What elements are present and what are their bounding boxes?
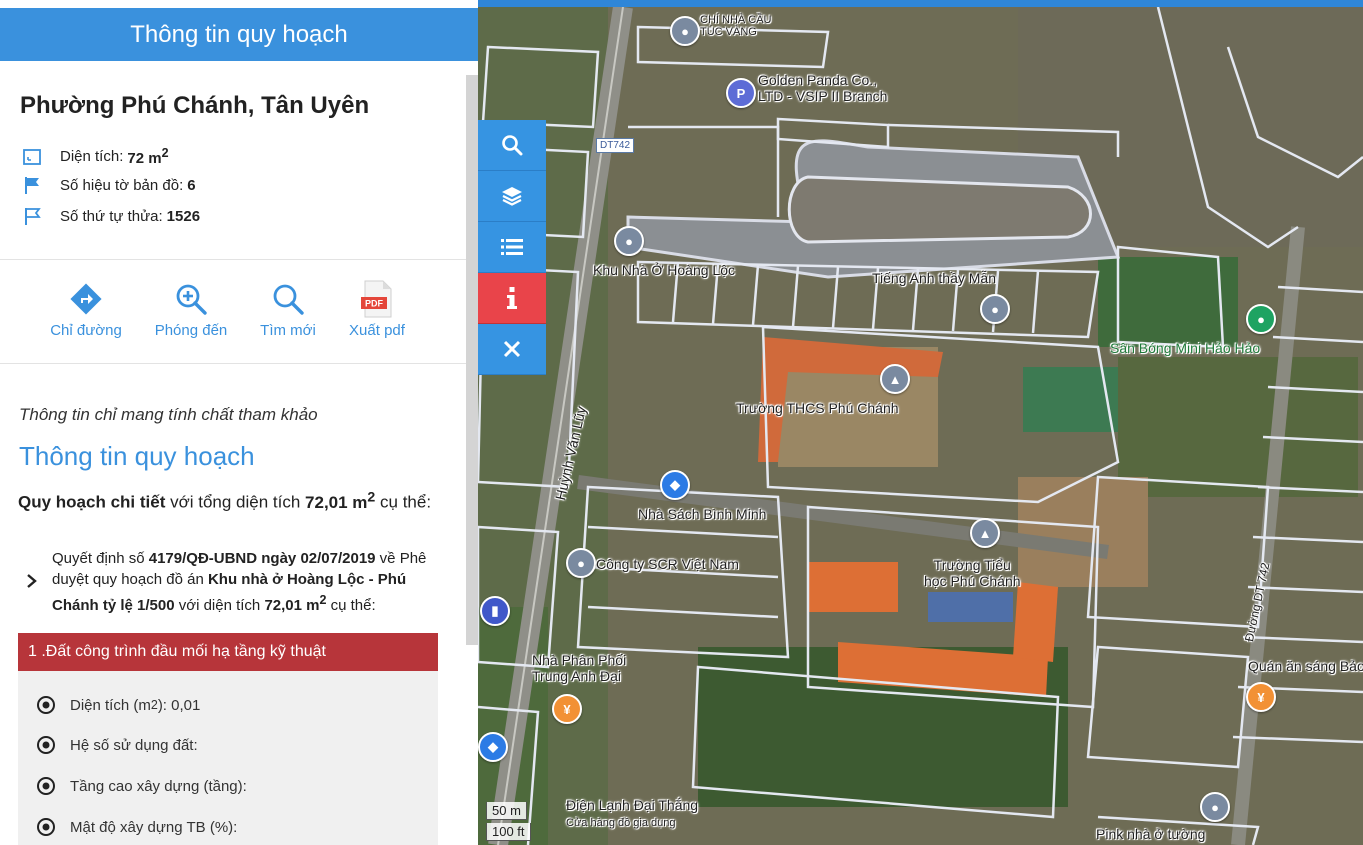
map-label-nha-phan-phoi: Nhà Phân Phối Trung Anh Đại [532, 652, 627, 684]
planning-decision[interactable]: Quyết định số 4179/QĐ-UBND ngày 02/07/20… [52, 548, 444, 616]
info-icon [507, 287, 517, 309]
layers-icon [502, 187, 522, 206]
scale-imperial: 100 ft [486, 823, 531, 841]
directions-button[interactable]: Chỉ đường [36, 280, 136, 339]
chevron-right-icon[interactable] [26, 573, 38, 589]
land-use-row-floors: Tầng cao xây dựng (tầng): [36, 776, 247, 796]
planning-info-panel: Thông tin quy hoạch Phường Phú Chánh, Tâ… [0, 0, 478, 845]
map-label-nha-sach: Nhà Sách Bình Minh [638, 506, 767, 522]
map-top-bar [478, 0, 1363, 7]
planning-summary: Quy hoạch chi tiết với tổng diện tích 72… [18, 489, 432, 512]
map-label-tieu-hoc: Trường Tiểu học Phú Chánh [924, 557, 1021, 589]
radio-dot-icon [37, 696, 55, 714]
shopping-bag-icon[interactable]: ◆ [660, 470, 690, 500]
place-marker-icon[interactable]: ● [566, 548, 596, 578]
close-icon [503, 340, 521, 358]
sports-field-icon[interactable]: ● [1246, 304, 1276, 334]
road-badge-dt742: DT742 [596, 138, 635, 153]
map-label-khu-nha-o: Khu Nhà Ở Hoàng Lộc [593, 262, 735, 278]
area-icon [20, 148, 44, 166]
school-icon[interactable]: ▲ [970, 518, 1000, 548]
map-label-tuc-vang: CHÍ NHÀ CẦU TÚC VÀNG [700, 14, 772, 38]
radio-dot-icon [37, 736, 55, 754]
pdf-icon: PDF [361, 280, 392, 318]
place-name: Phường Phú Chánh, Tân Uyên [20, 92, 370, 119]
attr-parcel-number: Số thứ tự thửa: 1526 [20, 207, 200, 225]
map-label-dien-lanh: Điện Lạnh Đại Thắng Cửa hàng đồ gia dụng [566, 797, 699, 829]
search-icon [502, 135, 523, 156]
divider [0, 259, 466, 260]
list-icon [501, 239, 523, 255]
new-search-button[interactable]: Tìm mới [238, 280, 338, 339]
shopping-bag-icon[interactable]: ◆ [478, 732, 508, 762]
store-icon[interactable]: ▮ [480, 596, 510, 626]
disclaimer-note: Thông tin chỉ mang tính chất tham khảo [19, 405, 318, 424]
flag-outline-icon [20, 207, 44, 225]
map-toolbar [478, 120, 546, 375]
restaurant-icon[interactable]: ¥ [1246, 682, 1276, 712]
attr-area: Diện tích: 72 m2 [20, 146, 169, 167]
map-label-scr: Công ty SCR Việt Nam [596, 556, 739, 572]
place-marker-icon[interactable]: ● [670, 16, 700, 46]
map-label-pink-nha: Pink nhà ở tường [1096, 826, 1206, 842]
search-icon [273, 284, 304, 315]
map-label-thcs: Trường THCS Phú Chánh [736, 400, 899, 416]
map-close-button[interactable] [478, 324, 546, 375]
land-use-card: 1 .Đất công trình đầu mối hạ tầng kỹ thu… [18, 633, 438, 845]
zoom-to-button[interactable]: Phóng đến [141, 280, 241, 339]
map-search-button[interactable] [478, 120, 546, 171]
parking-icon[interactable]: P [726, 78, 756, 108]
map-label-tieng-anh: Tiếng Anh thầy Mẫn [872, 270, 997, 286]
scale-metric: 50 m [486, 802, 527, 820]
zoom-in-icon [176, 284, 207, 315]
panel-scrollbar[interactable] [466, 75, 478, 645]
map-list-button[interactable] [478, 222, 546, 273]
map-view[interactable]: Golden Panda Co., LTD - VSIP II Branch CH… [478, 0, 1363, 845]
land-use-row-area: Diện tích (m 2): 0,01 [36, 695, 200, 715]
attr-map-sheet: Số hiệu tờ bản đồ: 6 [20, 176, 196, 194]
map-label-golden-panda: Golden Panda Co., LTD - VSIP II Branch [758, 72, 888, 104]
svg-text:PDF: PDF [365, 299, 384, 309]
map-info-button[interactable] [478, 273, 546, 324]
map-label-san-bong: Sân Bóng Mini Hảo Hảo [1110, 340, 1261, 356]
restaurant-icon[interactable]: ¥ [552, 694, 582, 724]
panel-header: Thông tin quy hoạch [0, 8, 478, 61]
export-pdf-button[interactable]: PDF Xuất pdf [327, 280, 427, 339]
radio-dot-icon [37, 818, 55, 836]
directions-icon [70, 283, 102, 315]
map-layers-button[interactable] [478, 171, 546, 222]
map-label-quan-an: Quán ăn sáng Bảo [1248, 658, 1363, 674]
place-marker-icon[interactable]: ● [980, 294, 1010, 324]
place-marker-icon[interactable]: ● [614, 226, 644, 256]
divider [0, 363, 466, 364]
land-use-row-density: Mật độ xây dựng TB (%): [36, 817, 237, 837]
land-use-row-ratio: Hệ số sử dụng đất: [36, 735, 198, 755]
school-icon[interactable]: ▲ [880, 364, 910, 394]
satellite-imagery [478, 7, 1363, 845]
land-use-title: 1 .Đất công trình đầu mối hạ tầng kỹ thu… [18, 633, 438, 671]
radio-dot-icon [37, 777, 55, 795]
section-title: Thông tin quy hoạch [19, 441, 255, 471]
flag-icon [20, 176, 44, 194]
place-marker-icon[interactable]: ● [1200, 792, 1230, 822]
